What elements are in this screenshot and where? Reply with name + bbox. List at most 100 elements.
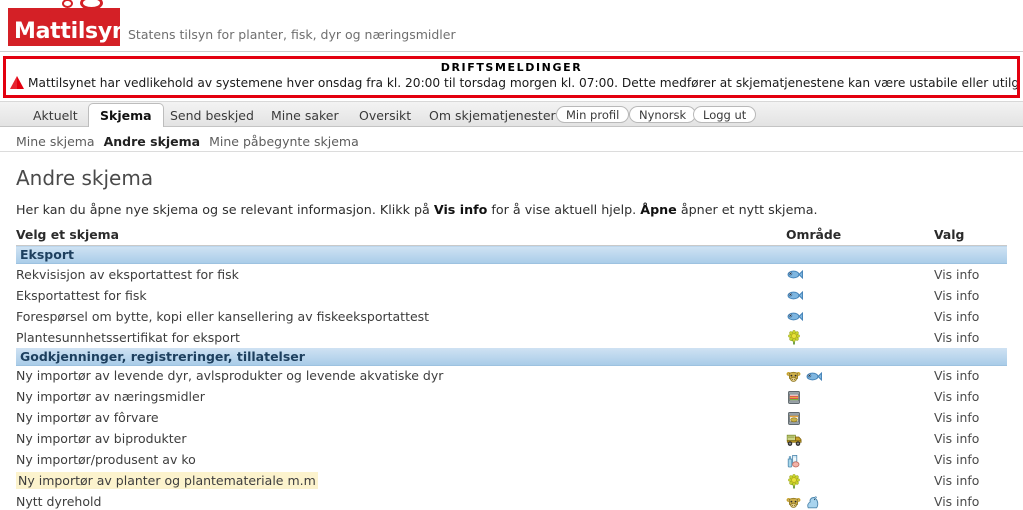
vis-info-link[interactable]: Vis info — [934, 449, 1007, 470]
form-name-label: Ny importør av biprodukter — [16, 431, 187, 446]
form-area-cell — [786, 407, 934, 428]
form-area-cell — [786, 470, 934, 491]
form-name-label: Ny importør av planter og plantematerial… — [16, 472, 318, 489]
subnav-item-mine-skjema[interactable]: Mine skjema — [16, 134, 95, 149]
column-header-valg: Valg — [934, 227, 1007, 246]
vis-info-link[interactable]: Vis info — [934, 428, 1007, 449]
form-name-label: Ny importør av fôrvare — [16, 410, 159, 425]
canned-food-icon — [788, 390, 800, 404]
form-area-cell — [786, 305, 934, 327]
form-name-label: Ny importør av levende dyr, avlsprodukte… — [16, 368, 444, 384]
fish-icon — [787, 290, 803, 301]
site-header: Mattilsynet Statens tilsyn for planter, … — [0, 0, 1023, 52]
table-row[interactable]: Forespørsel om bytte, kopi eller kansell… — [16, 305, 1007, 327]
tab-send-beskjed[interactable]: Send beskjed — [159, 104, 265, 128]
sub-navigation: Mine skjema Andre skjema Mine påbegynte sk… — [0, 127, 1023, 152]
fish-icon — [787, 270, 803, 280]
form-name-cell[interactable]: Plantesunnhetssertifikat for eksport — [16, 326, 786, 348]
form-name-cell[interactable]: Rekvisisjon av eksportattest for fisk — [16, 263, 786, 285]
driftsmeldinger-body-wrap: Mattilsynet har vedlikehold av systemene… — [6, 74, 1017, 90]
subnav-item-mine-p-begynte-skjema[interactable]: Mine påbegynte skjema — [209, 134, 359, 149]
page-intro-apne: Åpne — [640, 202, 677, 217]
form-name-cell[interactable]: Ny importør/produsent av ko — [16, 449, 786, 470]
table-row[interactable]: Ny importør av biprodukter Vis info — [16, 428, 1007, 449]
tab-label: Send beskjed — [170, 108, 254, 123]
form-name-cell[interactable]: Ny importør av levende dyr, avlsprodukte… — [16, 365, 786, 386]
vis-info-link[interactable]: Vis info — [934, 470, 1007, 491]
chicken-icon — [807, 495, 819, 508]
form-name-label: Rekvisisjon av eksportattest for fisk — [16, 266, 239, 282]
fish-icon — [806, 371, 822, 381]
vis-info-link[interactable]: Vis info — [934, 326, 1007, 348]
tab-skjema[interactable]: Skjema — [88, 103, 164, 128]
main-tabbar: Aktuelt Skjema Send beskjed Mine saker Overs… — [0, 101, 1023, 128]
mattilsynet-logo[interactable]: Mattilsynet — [8, 0, 152, 46]
driftsmeldinger-text: Mattilsynet har vedlikehold av systemene… — [28, 76, 1017, 90]
form-name-cell[interactable]: Forespørsel om bytte, kopi eller kansell… — [16, 305, 786, 327]
tab-aktuelt[interactable]: Aktuelt — [22, 104, 89, 128]
form-area-cell — [786, 491, 934, 510]
form-name-label: Ny importør/produsent av ko — [16, 452, 196, 467]
driftsmeldinger-banner: DRIFTSMELDINGER Mattilsynet har vedlikeh… — [3, 56, 1020, 98]
form-name-cell[interactable]: Ny importør av planter og plantematerial… — [16, 470, 786, 491]
table-row[interactable]: Plantesunnhetssertifikat for eksport Vis … — [16, 326, 1007, 348]
table-row[interactable]: Ny importør av næringsmidler Vis info — [16, 386, 1007, 407]
tab-label: Mine saker — [271, 108, 339, 123]
tab-label: Oversikt — [359, 108, 412, 123]
feed-can-icon — [788, 411, 800, 425]
flower-icon — [788, 473, 800, 488]
form-name-cell[interactable]: Ny importør av næringsmidler — [16, 386, 786, 407]
forms-table-header-row: Velg et skjema Område Valg — [16, 227, 1007, 246]
table-row[interactable]: Nytt dyrehold Vis info — [16, 491, 1007, 510]
form-name-cell[interactable]: Ny importør av biprodukter — [16, 428, 786, 449]
truck-icon — [786, 434, 802, 446]
form-area-cell — [786, 326, 934, 348]
form-name-cell[interactable]: Nytt dyrehold — [16, 491, 786, 510]
tab-label: Aktuelt — [33, 108, 78, 123]
button-logg-ut[interactable]: Logg ut — [693, 106, 757, 123]
form-area-cell — [786, 386, 934, 407]
driftsmeldinger-title: DRIFTSMELDINGER — [440, 61, 583, 74]
logo-bubble-icon — [62, 0, 73, 8]
tab-om-skjematjenester[interactable]: Om skjematjenester — [418, 104, 567, 128]
section-title: Eksport — [16, 245, 1007, 264]
table-section-header: Godkjenninger, registreringer, tillatels… — [16, 347, 1007, 366]
forms-table-body: Eksport Rekvisisjon av eksportattest for … — [16, 245, 1007, 510]
vis-info-link[interactable]: Vis info — [934, 491, 1007, 510]
vis-info-link[interactable]: Vis info — [934, 305, 1007, 327]
form-area-cell — [786, 365, 934, 386]
vis-info-link[interactable]: Vis info — [934, 365, 1007, 386]
forms-table: Velg et skjema Område Valg Eksport Rekvis… — [16, 227, 1007, 510]
table-row[interactable]: Ny importør av planter og plantematerial… — [16, 470, 1007, 491]
vis-info-link[interactable]: Vis info — [934, 407, 1007, 428]
table-row[interactable]: Rekvisisjon av eksportattest for fisk Vis… — [16, 263, 1007, 285]
table-row[interactable]: Ny importør av levende dyr, avlsprodukte… — [16, 365, 1007, 386]
flower-icon — [788, 330, 800, 345]
form-name-cell[interactable]: Ny importør av fôrvare — [16, 407, 786, 428]
table-row[interactable]: Eksportattest for fisk Vis info — [16, 284, 1007, 306]
form-name-cell[interactable]: Eksportattest for fisk — [16, 284, 786, 306]
fish-icon — [787, 311, 803, 322]
form-area-cell — [786, 263, 934, 285]
tab-label: Om skjematjenester — [429, 108, 556, 123]
form-name-label: Eksportattest for fisk — [16, 287, 147, 303]
vis-info-link[interactable]: Vis info — [934, 386, 1007, 407]
forms-table-head: Velg et skjema Område Valg — [16, 227, 1007, 246]
form-name-label: Ny importør av næringsmidler — [16, 389, 205, 404]
button-nynorsk[interactable]: Nynorsk — [629, 106, 697, 123]
page-intro: Her kan du åpne nye skjema og se relevan… — [16, 202, 1007, 217]
column-header-name: Velg et skjema — [16, 227, 786, 246]
section-title: Godkjenninger, registreringer, tillatels… — [16, 347, 1007, 366]
tab-oversikt[interactable]: Oversikt — [348, 104, 422, 128]
tab-mine-saker[interactable]: Mine saker — [260, 104, 350, 128]
vis-info-link[interactable]: Vis info — [934, 284, 1007, 306]
form-area-cell — [786, 449, 934, 470]
page-intro-text-2: for å vise aktuell hjelp. — [487, 202, 641, 217]
form-name-label: Nytt dyrehold — [16, 494, 102, 509]
subnav-item-andre-skjema[interactable]: Andre skjema — [104, 134, 201, 149]
vis-info-link[interactable]: Vis info — [934, 263, 1007, 285]
button-min-profil[interactable]: Min profil — [556, 106, 630, 123]
form-area-cell — [786, 284, 934, 306]
table-row[interactable]: Ny importør av fôrvare Vis info — [16, 407, 1007, 428]
table-row[interactable]: Ny importør/produsent av ko Vis info — [16, 449, 1007, 470]
